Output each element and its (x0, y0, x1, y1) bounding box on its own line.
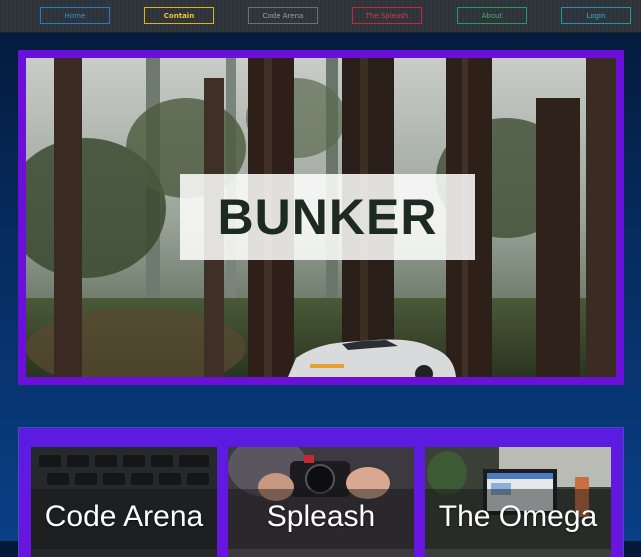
top-nav-bar: Home Contain Code Arena The Spleash Abou… (0, 0, 641, 33)
nav-spleash-button[interactable]: The Spleash (352, 7, 422, 24)
hero-title: BUNKER (217, 189, 438, 245)
card-label: The Omega (438, 500, 598, 533)
nav-contain-button[interactable]: Contain (144, 7, 214, 24)
nav-about-button[interactable]: About (457, 7, 527, 24)
nav-home-button[interactable]: Home (40, 7, 110, 24)
nav-login-button[interactable]: Login (561, 7, 631, 24)
card-label: Spleash (266, 500, 376, 533)
card-label: Code Arena (44, 500, 204, 533)
nav-code-arena-button[interactable]: Code Arena (248, 7, 318, 24)
hero-title-box: BUNKER (180, 174, 475, 260)
cards-section: Code Arena Spleash The Omega (18, 427, 624, 557)
hero-banner: BUNKER (18, 50, 624, 385)
